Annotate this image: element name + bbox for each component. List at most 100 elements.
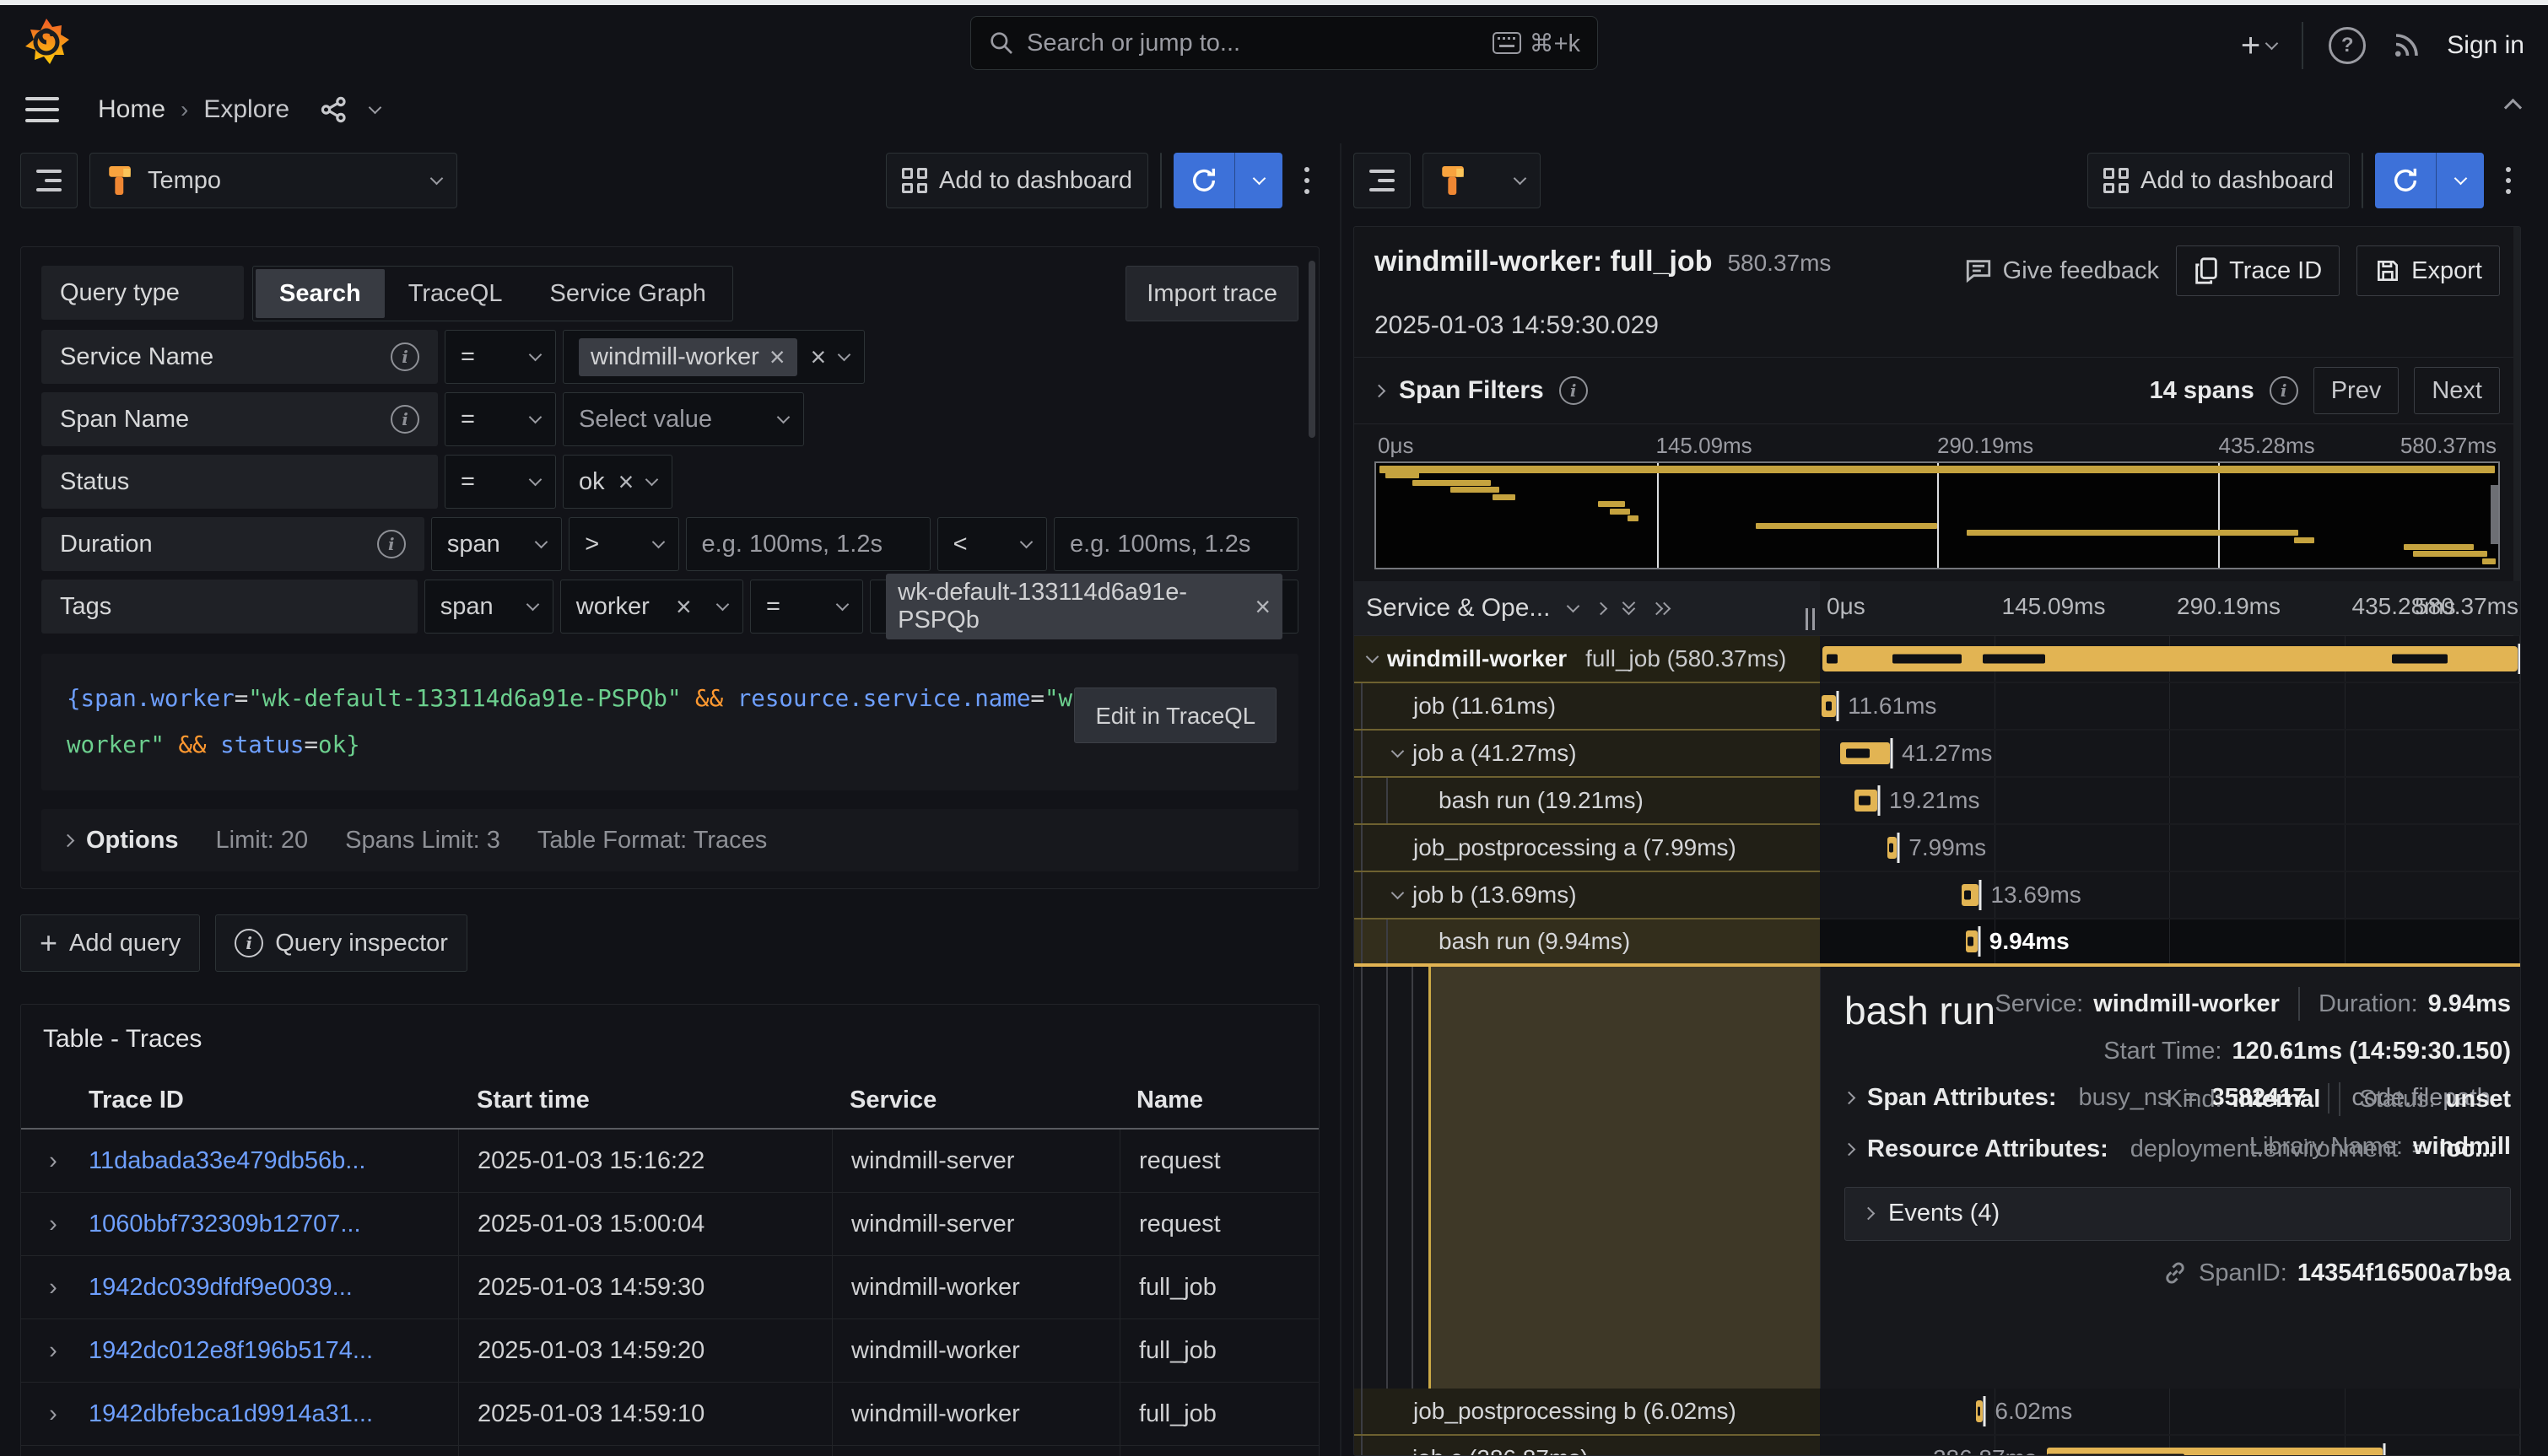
tags-scope-select[interactable]: span [424, 580, 553, 634]
span-name-operator-select[interactable]: = [445, 392, 556, 446]
span-row-track[interactable] [1820, 636, 2520, 683]
span-row-track[interactable]: 19.21ms [1820, 778, 2520, 825]
trace-table-row[interactable]: ›1060bbf732309b12707...2025-01-03 15:00:… [21, 1193, 1319, 1256]
collapse-all-icon[interactable] [1624, 603, 1633, 613]
span-row-track[interactable]: 9.94ms [1820, 919, 2520, 963]
trace-table-row[interactable]: ›11dabada33e479db56b...2025-01-03 15:16:… [21, 1130, 1319, 1193]
timeline-span-row[interactable]: job a (41.27ms)41.27ms [1354, 731, 2520, 778]
service-operation-header[interactable]: Service & Ope... [1366, 594, 1550, 623]
trace-id-link[interactable]: 11dabada33e479db56b... [89, 1147, 365, 1175]
service-name-chip[interactable]: windmill-worker× [579, 338, 797, 376]
query-scrollbar[interactable] [1309, 261, 1315, 438]
timeline-span-row[interactable]: job (11.61ms)11.61ms [1354, 683, 2520, 731]
next-span-button[interactable]: Next [2414, 367, 2500, 414]
trace-minimap[interactable] [1374, 461, 2500, 569]
chevron-right-icon[interactable] [1373, 384, 1386, 397]
column-resize-handle[interactable] [1806, 608, 1815, 630]
span-row-name[interactable]: job_postprocessing b (6.02ms) [1354, 1389, 1820, 1436]
span-row-name[interactable]: bash run (9.94ms) [1354, 919, 1820, 963]
span-row-track[interactable]: 13.69ms [1820, 872, 2520, 919]
breadcrumb-home[interactable]: Home [98, 95, 165, 124]
datasource-picker[interactable]: Tempo [89, 153, 457, 208]
col-header-service[interactable]: Service [831, 1072, 1118, 1128]
timeline-span-row[interactable]: windmill-workerfull_job (580.37ms) [1354, 636, 2520, 683]
give-feedback-button[interactable]: Give feedback [1964, 256, 2159, 285]
row-collapse-icon[interactable] [1391, 744, 1405, 758]
service-name-value-select[interactable]: windmill-worker× × [563, 330, 865, 384]
outline-button[interactable] [20, 153, 78, 208]
span-bar[interactable] [1840, 742, 1890, 764]
expand-one-icon[interactable] [1595, 601, 1608, 615]
row-collapse-icon[interactable] [1366, 650, 1379, 663]
expand-all-icon[interactable] [1652, 604, 1669, 613]
row-collapse-icon[interactable] [1391, 886, 1405, 899]
trace-id-link[interactable]: 1942dbfebca1d9914a31... [89, 1400, 373, 1428]
remove-icon[interactable]: × [1255, 593, 1271, 620]
outline-button[interactable] [1353, 153, 1411, 208]
span-row-name[interactable]: job_postprocessing a (7.99ms) [1354, 825, 1820, 872]
span-name-value-select[interactable]: Select value [563, 392, 804, 446]
trace-table-row[interactable]: ›1942dc012e8f196b5174...2025-01-03 14:59… [21, 1319, 1319, 1383]
events-collapse-row[interactable]: Events (4) [1844, 1187, 2511, 1241]
tab-search[interactable]: Search [256, 269, 385, 318]
col-header-trace-id[interactable]: Trace ID [85, 1072, 458, 1128]
span-bar[interactable] [1962, 884, 1978, 906]
edit-in-traceql-button[interactable]: Edit in TraceQL [1074, 688, 1277, 743]
timeline-span-row[interactable]: job b (13.69ms)13.69ms [1354, 872, 2520, 919]
row-expand-chevron-icon[interactable]: › [21, 1400, 85, 1428]
span-row-track[interactable]: 6.02ms [1820, 1389, 2520, 1436]
tab-traceql[interactable]: TraceQL [385, 269, 526, 318]
trace-table-row[interactable]: ›1942dc039dfdf9e0039...2025-01-03 14:59:… [21, 1256, 1319, 1319]
span-row-name[interactable]: job b (13.69ms) [1354, 872, 1820, 919]
chevron-down-icon[interactable] [1567, 599, 1580, 612]
datasource-picker[interactable] [1422, 153, 1541, 208]
sign-in-link[interactable]: Sign in [2447, 31, 2524, 60]
timeline-span-row[interactable]: job c (286.87ms)286.87ms [1354, 1436, 2520, 1456]
row-expand-chevron-icon[interactable]: › [21, 1337, 85, 1365]
help-button[interactable]: ? [2329, 27, 2366, 64]
span-filters-title[interactable]: Span Filters [1399, 376, 1544, 405]
trace-id-link[interactable]: 1060bbf732309b12707... [89, 1211, 361, 1238]
span-bar[interactable] [1887, 837, 1898, 859]
span-bar[interactable] [1976, 1400, 1983, 1422]
link-icon[interactable] [2162, 1259, 2189, 1286]
query-inspector-button[interactable]: i Query inspector [215, 914, 467, 972]
duration-lt-operator-select[interactable]: < [937, 517, 1047, 571]
span-row-track[interactable]: 7.99ms [1820, 825, 2520, 872]
span-row-name[interactable]: bash run (19.21ms) [1354, 778, 1820, 825]
tags-operator-select[interactable]: = [750, 580, 863, 634]
trace-table-row[interactable]: ›1942dbfc4be3567f462...2025-01-03 14:59:… [21, 1446, 1319, 1456]
options-collapse-row[interactable]: Options Limit: 20 Spans Limit: 3 Table F… [41, 809, 1298, 871]
breadcrumb-explore[interactable]: Explore [203, 95, 289, 124]
span-bar[interactable] [1822, 646, 2517, 671]
span-bar[interactable] [1966, 930, 1978, 952]
timeline-span-row[interactable]: job_postprocessing a (7.99ms)7.99ms [1354, 825, 2520, 872]
import-trace-button[interactable]: Import trace [1126, 266, 1298, 321]
trace-table-row[interactable]: ›1942dbfebca1d9914a31...2025-01-03 14:59… [21, 1383, 1319, 1446]
span-row-name[interactable]: job a (41.27ms) [1354, 731, 1820, 778]
span-bar[interactable] [1854, 790, 1877, 812]
panel-menu-button[interactable] [2496, 167, 2521, 194]
collapse-panel-button[interactable] [2507, 93, 2519, 121]
grafana-logo-icon[interactable] [22, 17, 71, 69]
add-to-dashboard-button[interactable]: Add to dashboard [886, 153, 1148, 208]
export-button[interactable]: Export [2356, 245, 2500, 296]
run-query-interval-dropdown[interactable] [1234, 153, 1282, 208]
tags-value-select[interactable]: wk-default-133114d6a91e-PSPQb× [870, 580, 1298, 634]
col-header-name[interactable]: Name [1118, 1072, 1319, 1128]
tags-value-chip[interactable]: wk-default-133114d6a91e-PSPQb× [886, 574, 1282, 639]
span-row-name[interactable]: job c (286.87ms) [1354, 1436, 1820, 1456]
clear-icon[interactable]: × [676, 593, 692, 620]
timeline-span-row[interactable]: bash run (9.94ms)9.94ms [1354, 919, 2520, 967]
row-expand-chevron-icon[interactable]: › [21, 1147, 85, 1175]
panel-menu-button[interactable] [1294, 167, 1320, 194]
new-menu-button[interactable]: + [2241, 29, 2276, 62]
run-query-button[interactable] [1174, 153, 1282, 208]
duration-max-input[interactable]: e.g. 100ms, 1.2s [1054, 517, 1298, 571]
run-query-button[interactable] [2375, 153, 2484, 208]
clear-icon[interactable]: × [618, 468, 634, 495]
span-bar[interactable] [1822, 695, 1836, 717]
span-row-track[interactable]: 286.87ms [1820, 1436, 2520, 1456]
status-operator-select[interactable]: = [445, 455, 556, 509]
tab-service-graph[interactable]: Service Graph [526, 269, 729, 318]
